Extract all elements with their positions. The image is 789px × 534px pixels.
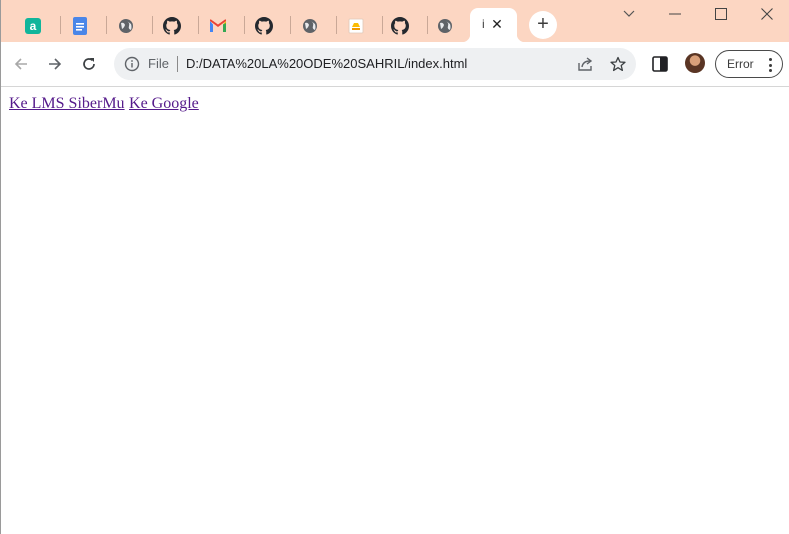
reload-icon <box>83 58 95 70</box>
globe-icon <box>119 18 133 33</box>
share-icon <box>578 57 593 71</box>
tab-drive-file[interactable] <box>334 9 378 42</box>
tab-active[interactable]: i ✕ <box>462 8 525 42</box>
tab-github-2[interactable] <box>242 9 286 42</box>
maximize-button[interactable] <box>706 4 736 24</box>
share-button[interactable] <box>576 55 594 73</box>
github-icon <box>255 16 273 35</box>
maximize-icon <box>715 8 727 20</box>
amplitude-icon: a <box>25 17 41 34</box>
link-google[interactable]: Ke Google <box>129 95 199 112</box>
gmail-icon <box>210 18 226 32</box>
back-button[interactable] <box>7 50 35 78</box>
star-icon <box>610 56 626 72</box>
minimize-button[interactable] <box>660 4 690 24</box>
profile-avatar[interactable] <box>685 53 705 73</box>
tab-github-3[interactable] <box>378 9 422 42</box>
tab-docs[interactable] <box>58 9 102 42</box>
active-tab-title: i <box>482 17 485 31</box>
minimize-icon <box>669 13 681 15</box>
close-window-button[interactable] <box>752 4 782 24</box>
arrow-right-icon <box>49 58 62 70</box>
chevron-down-icon <box>623 10 635 17</box>
browser-toolbar: File D:/DATA%20LA%20ODE%20SAHRIL/index.h… <box>1 42 789 87</box>
github-icon <box>391 16 409 35</box>
kebab-menu-icon[interactable] <box>767 58 773 72</box>
close-icon <box>761 8 773 20</box>
tab-amplitude[interactable]: a <box>11 9 55 42</box>
arrow-left-icon <box>14 58 27 70</box>
side-panel-icon[interactable] <box>652 56 668 72</box>
bookmark-button[interactable] <box>609 55 627 73</box>
tab-globe-1[interactable] <box>104 9 148 42</box>
tab-globe-2[interactable] <box>288 9 332 42</box>
url-scheme-label: File <box>148 56 169 71</box>
tab-globe-3[interactable] <box>423 9 467 42</box>
close-tab-icon[interactable]: ✕ <box>490 17 504 31</box>
profile-error-chip[interactable]: Error <box>715 50 783 78</box>
info-icon[interactable] <box>124 56 140 72</box>
tab-search-button[interactable] <box>614 4 644 24</box>
browser-window: a i ✕ + File D:/DATA%20LA%20ODE%20SAHRIL… <box>0 0 789 534</box>
docs-icon <box>73 16 87 35</box>
globe-icon <box>438 18 452 33</box>
tab-github-1[interactable] <box>150 9 194 42</box>
globe-icon <box>303 18 317 33</box>
url-text[interactable]: D:/DATA%20LA%20ODE%20SAHRIL/index.html <box>186 56 467 71</box>
reload-button[interactable] <box>75 50 103 78</box>
tab-gmail[interactable] <box>196 9 240 42</box>
svg-text:a: a <box>30 19 37 33</box>
drive-file-icon <box>348 18 364 33</box>
tab-strip: a i ✕ + <box>1 0 789 42</box>
new-tab-button[interactable]: + <box>529 11 557 39</box>
error-label: Error <box>727 57 754 71</box>
github-icon <box>163 16 181 35</box>
url-divider <box>177 56 178 72</box>
address-bar[interactable]: File D:/DATA%20LA%20ODE%20SAHRIL/index.h… <box>114 48 636 80</box>
page-content: Ke LMS SiberMu Ke Google <box>1 87 789 534</box>
link-row: Ke LMS SiberMu Ke Google <box>9 95 199 113</box>
link-lms-sibermu[interactable]: Ke LMS SiberMu <box>9 95 125 112</box>
forward-button[interactable] <box>41 50 69 78</box>
